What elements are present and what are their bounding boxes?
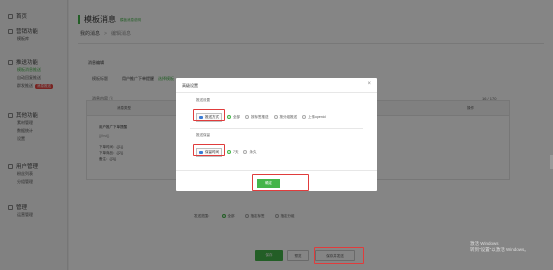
push-option-tag[interactable]: 按标签推送 (245, 115, 269, 120)
radio-icon (302, 115, 306, 120)
confirm-highlight (252, 174, 309, 191)
push-option-group[interactable]: 按分组推送 (273, 115, 298, 120)
radio-icon (273, 115, 278, 120)
retention-option-7days[interactable]: 7天 (227, 150, 238, 155)
retention-option-forever[interactable]: 永久 (243, 150, 256, 155)
footer-divider (176, 170, 377, 171)
retention-option-7days-label: 7天 (233, 150, 239, 154)
section-divider (190, 128, 363, 129)
radio-icon (245, 115, 249, 120)
send-button-highlight (314, 247, 364, 264)
push-option-tag-label: 按标签推送 (251, 115, 269, 119)
push-settings-label: 推送设置 (196, 98, 210, 102)
push-option-openid-label: 上传openid (308, 115, 326, 119)
push-option-openid[interactable]: 上传openid (302, 115, 326, 120)
push-option-all-label: 全部 (233, 115, 240, 119)
retention-option-forever-label: 永久 (249, 150, 257, 154)
push-option-group-label: 按分组推送 (279, 115, 298, 119)
dialog-divider (176, 92, 377, 93)
push-mode-highlight (193, 109, 225, 121)
dialog-title: 高级设置 (182, 83, 198, 88)
radio-icon (227, 150, 231, 155)
activation-watermark: 激活 Windows 转到"设置"以激活 Windows。 (470, 241, 529, 253)
radio-icon (227, 115, 231, 120)
watermark-line: 转到"设置"以激活 Windows。 (470, 247, 529, 252)
radio-icon (243, 150, 248, 155)
close-icon[interactable]: × (367, 81, 371, 87)
advanced-settings-dialog: 高级设置 × 推送设置 推送方式 全部 按标签推送 按分组推送 上传openid… (176, 78, 377, 191)
retention-label: 推送保留 (196, 133, 210, 137)
retention-highlight (193, 144, 225, 156)
push-option-all[interactable]: 全部 (227, 115, 240, 120)
